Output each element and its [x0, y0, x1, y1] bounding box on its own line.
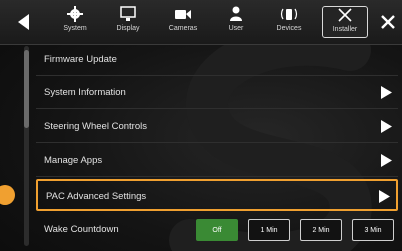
devices-icon	[280, 8, 298, 20]
tab-label: Display	[116, 25, 140, 32]
scrollbar-thumb[interactable]	[24, 50, 29, 128]
wake-option-3-min[interactable]: 3 Min	[352, 219, 394, 241]
tab-label: Installer	[332, 26, 358, 33]
tab-label: Cameras	[168, 25, 198, 32]
tab-system[interactable]: System	[52, 6, 98, 38]
gear-icon	[67, 6, 83, 22]
menu-item-label: PAC Advanced Settings	[46, 191, 147, 202]
wake-option-off[interactable]: Off	[196, 219, 238, 241]
menu-item-steering-wheel-controls[interactable]: Steering Wheel Controls	[36, 111, 398, 143]
menu-item-label: Wake Countdown	[44, 224, 119, 235]
back-arrow-icon[interactable]	[14, 12, 34, 32]
tab-display[interactable]: Display	[105, 6, 151, 38]
chevron-right-icon	[379, 190, 390, 203]
tab-label: Devices	[276, 25, 302, 32]
user-icon	[230, 6, 242, 21]
menu-item-label: Steering Wheel Controls	[44, 121, 147, 132]
menu-item-label: Manage Apps	[44, 155, 103, 166]
wake-option-2-min[interactable]: 2 Min	[300, 219, 342, 241]
tab-installer[interactable]: Installer	[322, 6, 368, 38]
menu-item-label: Firmware Update	[44, 54, 117, 65]
screen: System Display Cameras User Devices Inst…	[0, 0, 402, 251]
close-icon[interactable]	[378, 12, 398, 32]
menu-item-label: System Information	[44, 87, 126, 98]
menu-item-manage-apps[interactable]: Manage Apps	[36, 145, 398, 177]
highlight-marker	[0, 185, 15, 205]
chevron-right-icon	[381, 154, 392, 167]
wake-option-1-min[interactable]: 1 Min	[248, 219, 290, 241]
tab-label: User	[228, 25, 244, 32]
chevron-right-icon	[381, 120, 392, 133]
tab-devices[interactable]: Devices	[266, 6, 312, 38]
tools-icon	[338, 8, 352, 22]
tab-label: System	[63, 25, 87, 32]
top-nav-bar: System Display Cameras User Devices Inst…	[0, 0, 402, 45]
menu-item-system-information[interactable]: System Information	[36, 77, 398, 109]
chevron-right-icon	[381, 86, 392, 99]
monitor-icon	[120, 6, 136, 21]
tab-user[interactable]: User	[213, 6, 259, 38]
scrollbar-track[interactable]	[24, 46, 29, 246]
tab-cameras[interactable]: Cameras	[160, 6, 206, 38]
menu-item-firmware-update[interactable]: Firmware Update	[36, 44, 398, 76]
menu-item-pac-advanced-settings[interactable]: PAC Advanced Settings	[36, 179, 398, 211]
camera-icon	[175, 10, 191, 19]
